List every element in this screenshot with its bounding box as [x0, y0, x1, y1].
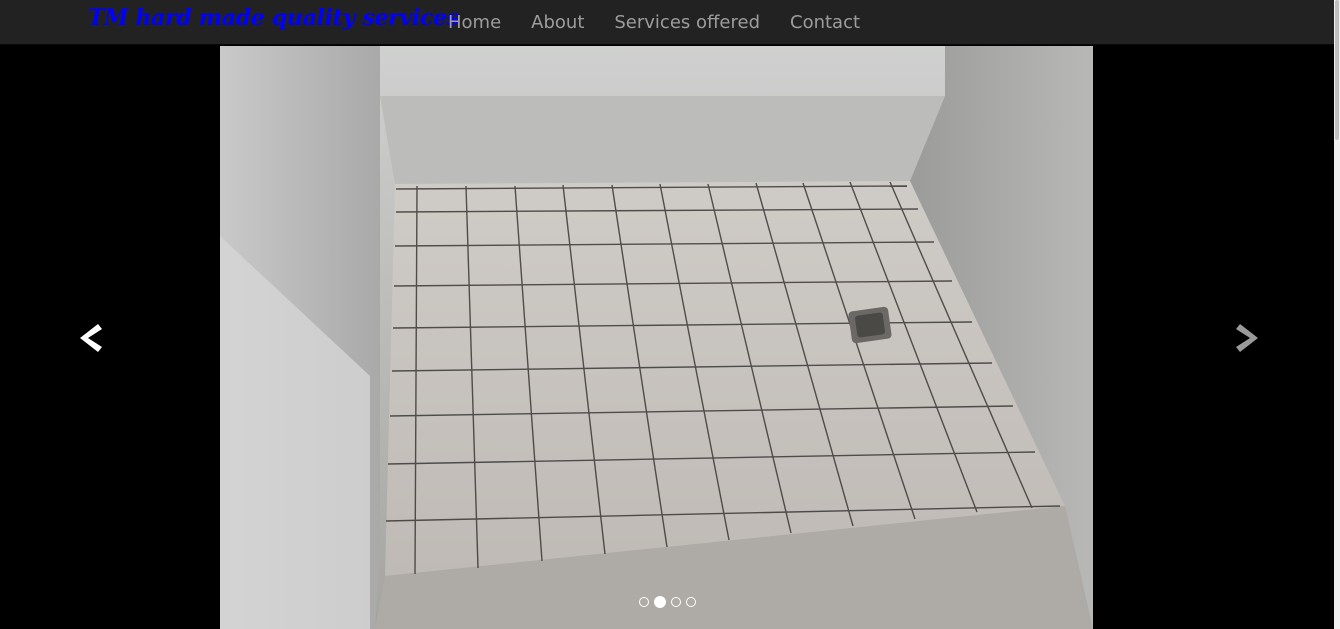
carousel-indicator-4[interactable]	[685, 597, 696, 607]
nav-contact[interactable]: Contact	[775, 12, 875, 33]
nav-links: Home About Services offered Contact	[433, 0, 875, 45]
carousel-next-control[interactable]	[1158, 46, 1334, 629]
carousel-slide-image	[220, 46, 1093, 629]
brand-link[interactable]: TM hard made quality services	[88, 5, 459, 31]
carousel-indicators	[0, 596, 1334, 608]
page-scrollbar[interactable]	[1334, 0, 1340, 629]
image-carousel	[0, 46, 1334, 629]
nav-services[interactable]: Services offered	[599, 12, 775, 33]
carousel-prev-control[interactable]	[0, 46, 180, 629]
navbar: TM hard made quality services Home About…	[0, 0, 1334, 45]
carousel-indicator-1[interactable]	[638, 597, 649, 607]
nav-home[interactable]: Home	[433, 12, 516, 33]
carousel-indicator-2[interactable]	[653, 596, 666, 608]
chevron-left-icon	[78, 322, 102, 354]
nav-about[interactable]: About	[516, 12, 599, 33]
scrollbar-thumb[interactable]	[1335, 0, 1339, 140]
chevron-right-icon	[1236, 322, 1260, 354]
carousel-indicator-3[interactable]	[670, 597, 681, 607]
